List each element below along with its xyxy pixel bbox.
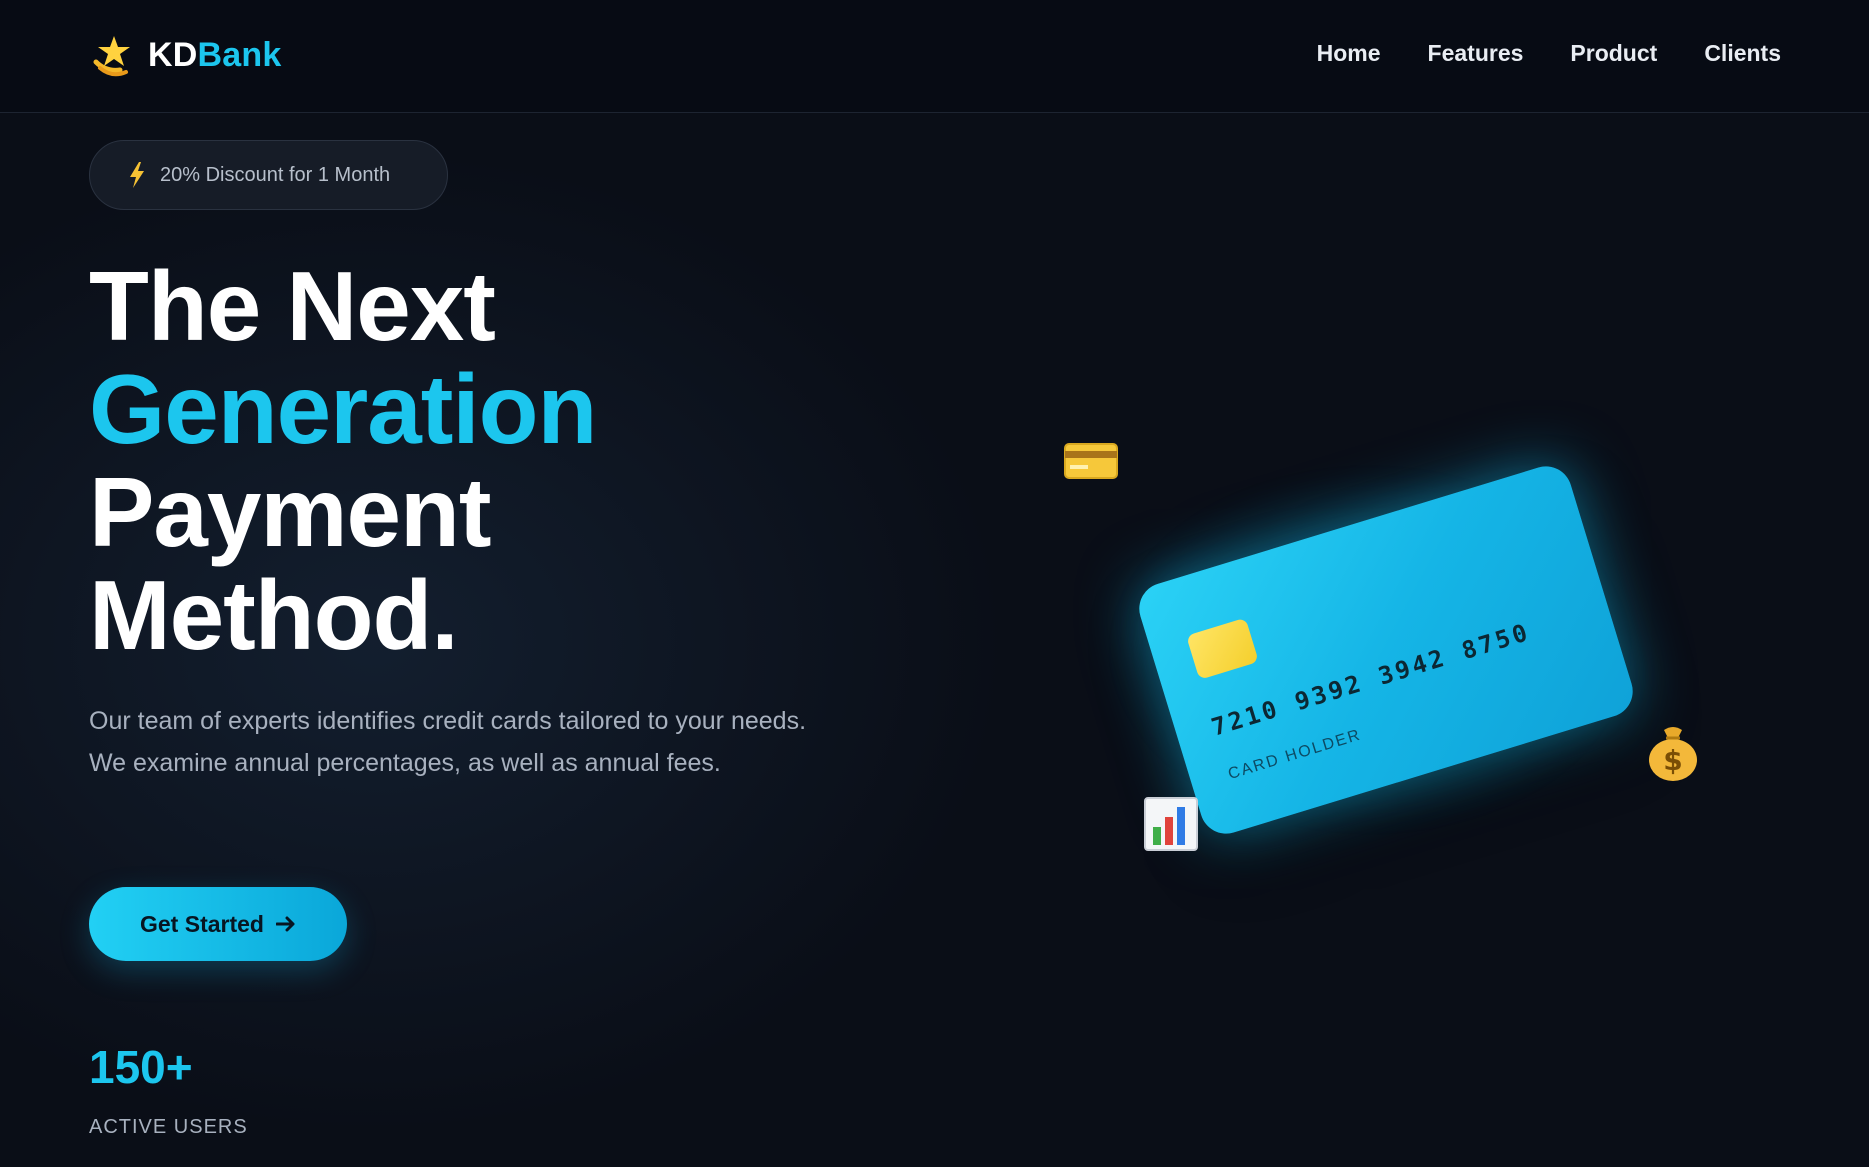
headline-line-3: Payment — [89, 457, 492, 567]
money-bag-icon: $ — [1649, 727, 1697, 781]
headline-line-2: Generation — [89, 354, 597, 464]
card-chip — [1186, 617, 1259, 680]
brand-logo-link[interactable]: KDBank — [90, 32, 281, 78]
brand-name: KDBank — [148, 36, 281, 75]
nav-link-clients[interactable]: Clients — [1704, 40, 1781, 67]
headline-line-1: The Next — [89, 251, 496, 361]
headline-line-4: Method. — [89, 560, 459, 670]
navbar: KDBank Home Features Product Clients — [0, 0, 1869, 113]
credit-card-icon — [1064, 443, 1118, 479]
get-started-button[interactable]: Get Started — [89, 887, 347, 961]
card-holder: CARD HOLDER — [1226, 726, 1364, 784]
shooting-star-icon — [93, 36, 130, 77]
svg-text:$: $ — [1663, 744, 1682, 777]
brand-name-kd: KD — [148, 35, 198, 74]
active-users-count: 150+ — [89, 1041, 193, 1093]
hero-description: Our team of experts identifies credit ca… — [89, 707, 807, 777]
nav-link-product[interactable]: Product — [1570, 40, 1657, 67]
get-started-label: Get Started — [140, 910, 264, 937]
promo-text: 20% Discount for 1 Month — [160, 163, 391, 186]
lightning-bolt-icon — [130, 162, 144, 188]
nav-link-features[interactable]: Features — [1428, 40, 1524, 67]
hero-headline: The Next Generation Payment Method. — [89, 251, 597, 670]
nav-link-home[interactable]: Home — [1317, 40, 1381, 67]
landing-page: KDBank Home Features Product Clients 20%… — [0, 0, 1869, 1167]
brand-name-bank: Bank — [197, 35, 282, 74]
card-number: 7210 9392 3942 8750 — [1208, 617, 1534, 742]
bar-chart-icon — [1144, 797, 1198, 851]
arrow-right-icon — [275, 916, 295, 932]
active-users-label: ACTIVE USERS — [89, 1116, 248, 1138]
promo-badge: 20% Discount for 1 Month — [89, 140, 448, 210]
nav-links: Home Features Product Clients — [1317, 40, 1781, 67]
